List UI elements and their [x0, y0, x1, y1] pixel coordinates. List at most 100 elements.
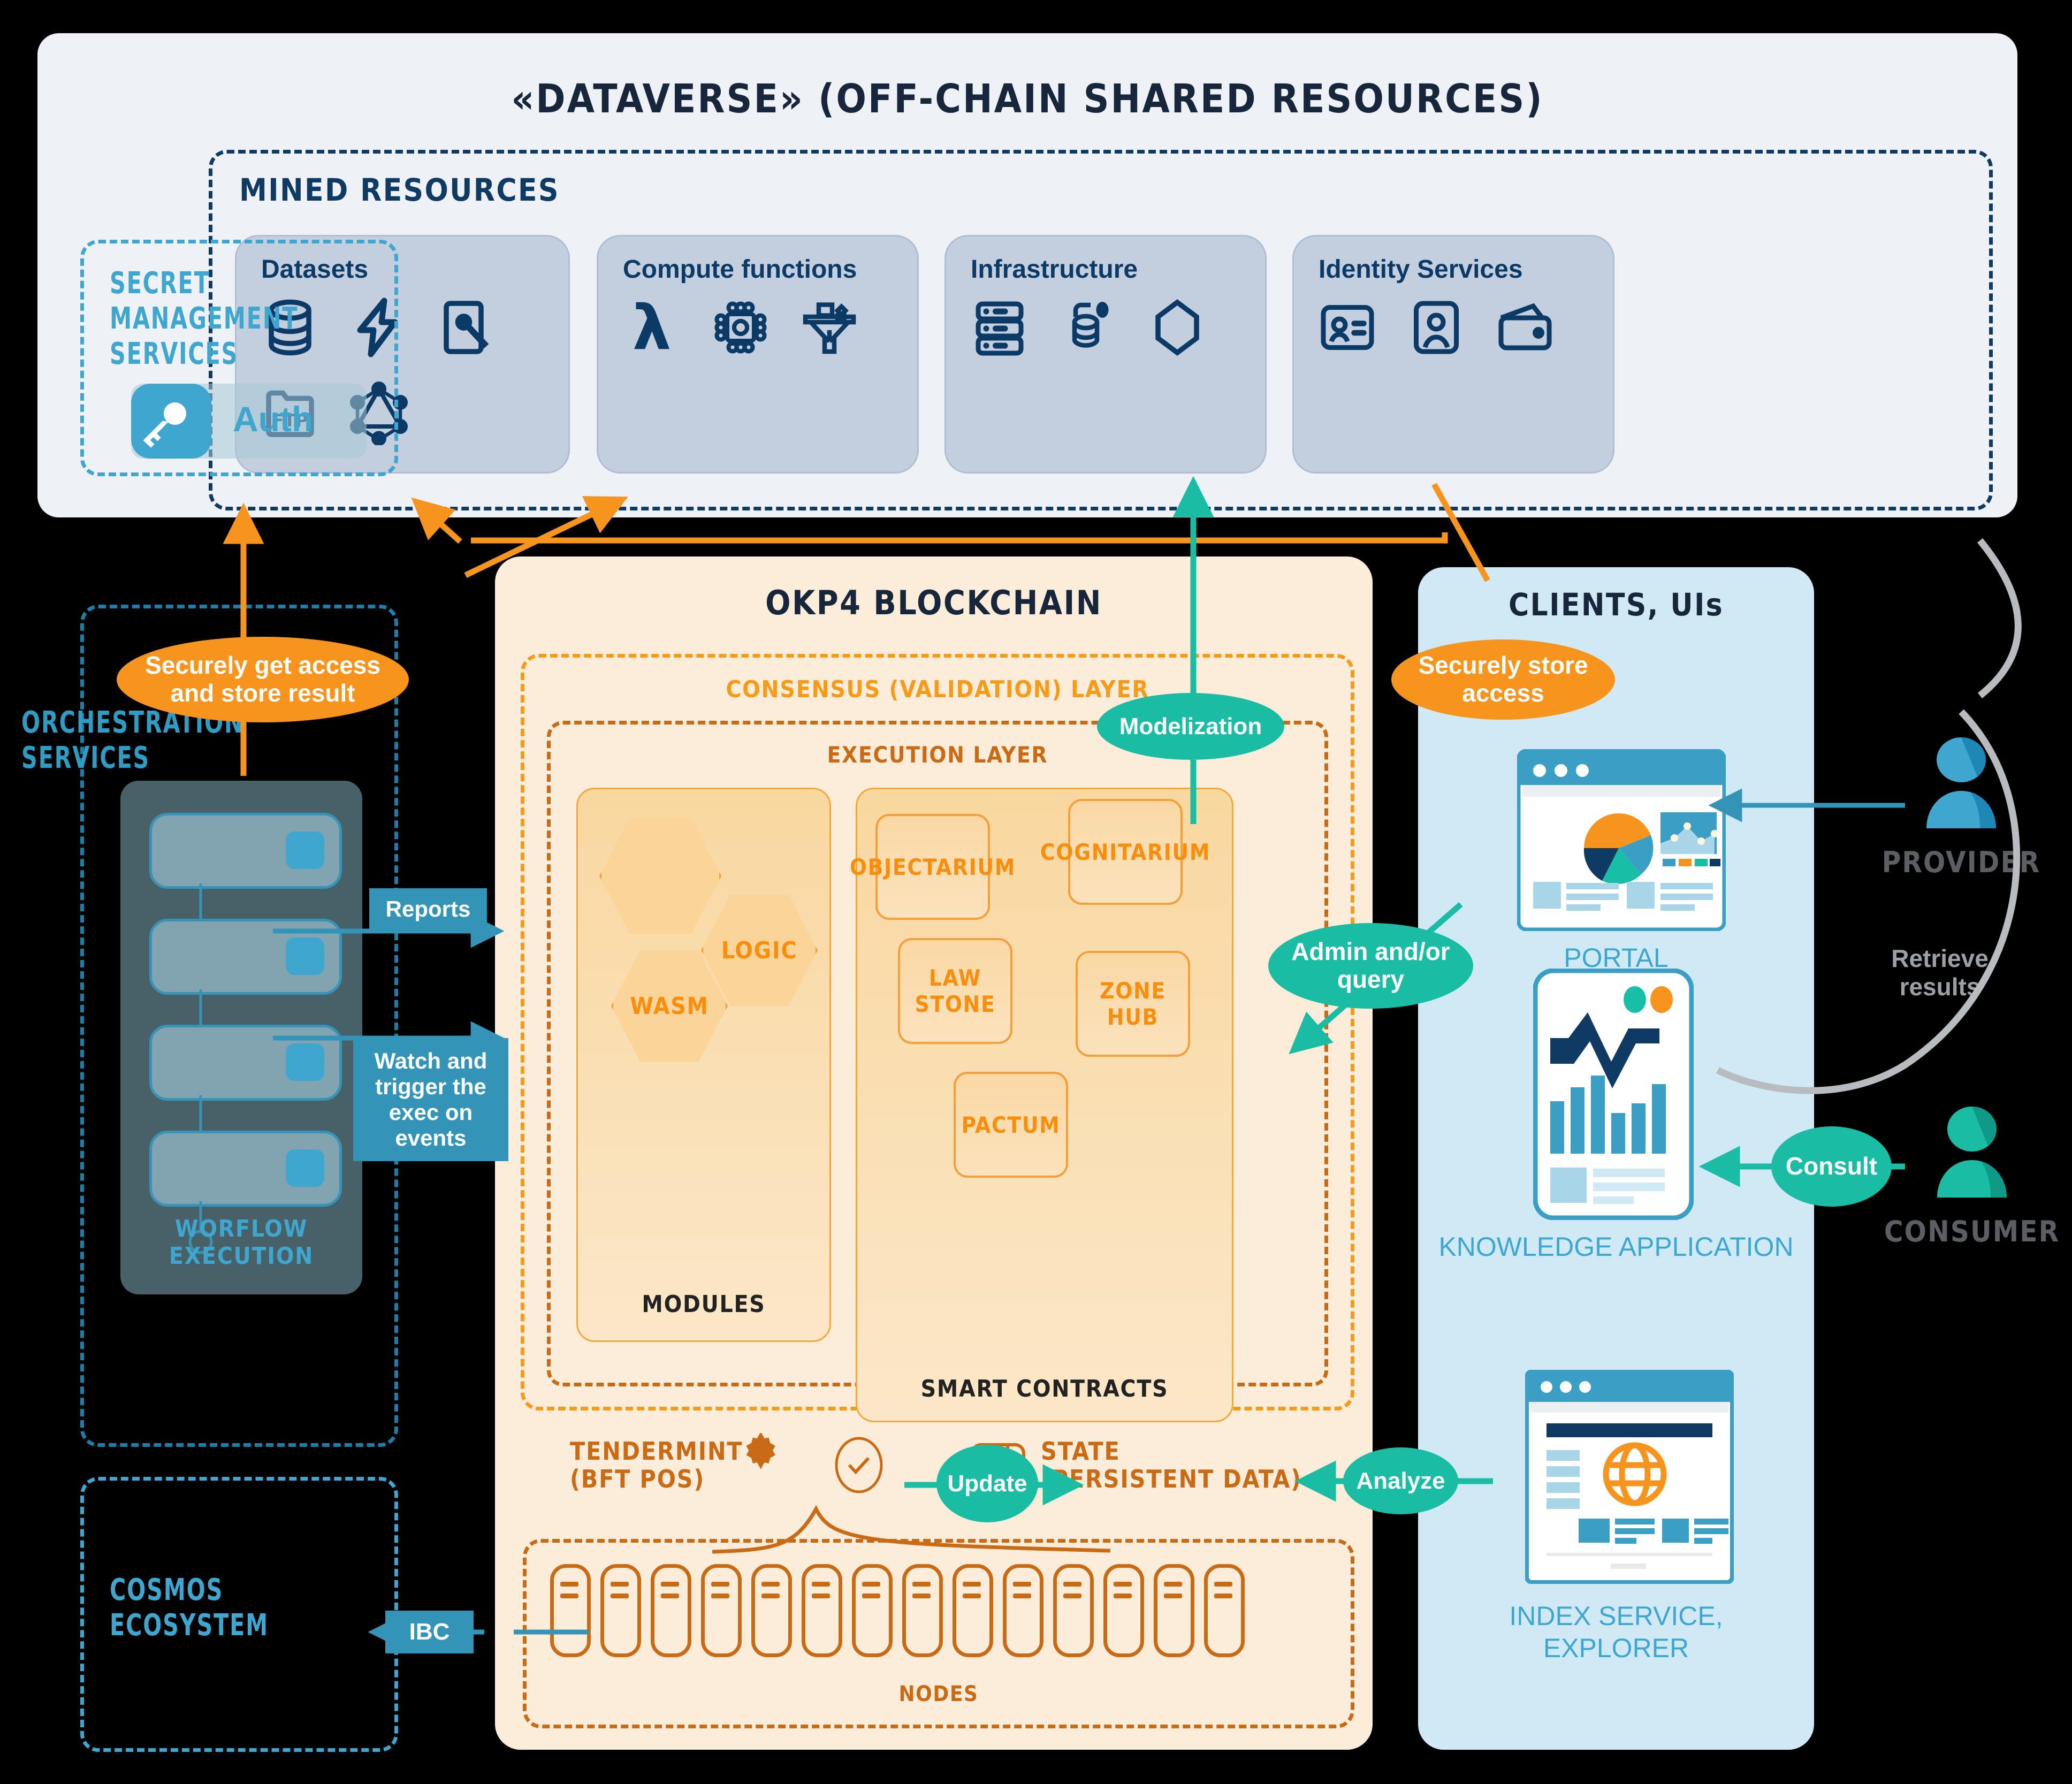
- index-service-window[interactable]: [1525, 1370, 1734, 1584]
- card-compute-functions[interactable]: Compute functions λ: [597, 235, 919, 474]
- node-slot: [812, 1582, 830, 1587]
- contract-law-stone[interactable]: LAW STONE: [898, 938, 1012, 1044]
- contract-zone-hub[interactable]: ZONE HUB: [1076, 951, 1190, 1057]
- gear-icon: [746, 1433, 775, 1469]
- card-compute-icons: λ: [620, 295, 901, 360]
- node-slot: [560, 1594, 578, 1598]
- node-slot: [1114, 1594, 1132, 1598]
- card-infrastructure-icons: [968, 295, 1249, 360]
- cpu-chip-icon: [714, 301, 767, 354]
- reports-badge: Reports: [369, 888, 487, 930]
- cosmos-ecosystem-group: COSMOS ECOSYSTEM: [80, 1477, 398, 1752]
- node-icon: [802, 1564, 842, 1657]
- node-slot: [711, 1594, 729, 1598]
- watch-trigger-badge: Watch and trigger the exec on events: [353, 1038, 508, 1161]
- node-slot: [1164, 1582, 1182, 1587]
- okp4-blockchain-title: OKP4 BLOCKCHAIN: [765, 583, 1102, 622]
- state-label: STATE (PERSISTENT DATA): [1041, 1437, 1302, 1494]
- contract-cognitarium[interactable]: COGNITARIUM: [1040, 799, 1209, 905]
- funnel-icon: [803, 302, 856, 354]
- node-icon: [902, 1564, 943, 1657]
- ibc-badge: IBC: [385, 1611, 474, 1653]
- node-slot: [560, 1582, 578, 1587]
- provider-avatar: [1926, 737, 1996, 828]
- mined-resources-title: MINED RESOURCES: [239, 172, 560, 208]
- admin-query-badge: Admin and/or query: [1268, 923, 1473, 1009]
- modelization-badge: Modelization: [1097, 693, 1284, 760]
- auth-label: Auth: [233, 399, 314, 439]
- module-hex[interactable]: [599, 817, 721, 935]
- card-infrastructure[interactable]: Infrastructure: [944, 235, 1267, 474]
- securely-store-access-badge: Securely store access: [1391, 639, 1615, 720]
- knowledge-application-label: KNOWLEDGE APPLICATION: [1438, 1232, 1794, 1262]
- nodes-box: NODES: [523, 1539, 1354, 1728]
- contract-objectarium[interactable]: OBJECTARIUM: [850, 814, 1015, 920]
- secret-management-title: SECRET MANAGEMENT SERVICES: [110, 266, 299, 372]
- execution-layer-group: EXECUTION LAYER LOGIC WASM MODULES OBJEC…: [547, 721, 1328, 1422]
- auth-service-pill[interactable]: Auth: [131, 384, 367, 459]
- node-slot: [812, 1594, 830, 1598]
- node-slot: [1013, 1582, 1031, 1587]
- modules-label: MODULES: [642, 1291, 766, 1318]
- index-service-label: INDEX SERVICE, EXPLORER: [1509, 1601, 1723, 1663]
- tendermint-label: TENDERMINT (BFT POS): [570, 1437, 743, 1494]
- smart-contracts-box: OBJECTARIUM COGNITARIUM LAW STONE ZONE H…: [850, 788, 1233, 1422]
- workflow-execution-panel: WORFLOW EXECUTION: [120, 781, 362, 1294]
- nodes-brace: [712, 1505, 1111, 1554]
- node-slot: [963, 1594, 981, 1598]
- card-compute-title: Compute functions: [623, 255, 857, 284]
- provider-label: PROVIDER: [1881, 845, 2041, 879]
- architecture-diagram: «DATAVERSE» (OFF-CHAIN SHARED RESOURCES)…: [0, 0, 2072, 1784]
- node-icon: [1053, 1564, 1094, 1657]
- cosmos-ecosystem-label: COSMOS ECOSYSTEM: [110, 1573, 269, 1643]
- node-slot: [862, 1594, 880, 1598]
- nodes-row: [550, 1564, 1245, 1657]
- card-identity-services[interactable]: Identity Services: [1292, 235, 1614, 474]
- nodes-label: NODES: [898, 1682, 979, 1706]
- node-slot: [912, 1582, 931, 1587]
- card-identity-icons: [1315, 295, 1597, 360]
- node-slot: [1214, 1582, 1232, 1587]
- node-slot: [1063, 1582, 1081, 1587]
- node-slot: [661, 1582, 679, 1587]
- node-slot: [761, 1582, 780, 1587]
- node-icon: [550, 1564, 591, 1657]
- lambda-icon: λ: [633, 295, 672, 360]
- modules-box: LOGIC WASM MODULES: [576, 788, 831, 1342]
- node-icon: [600, 1564, 641, 1657]
- node-slot: [1164, 1594, 1182, 1598]
- workflow-execution-label: WORFLOW EXECUTION: [169, 1215, 314, 1270]
- node-slot: [611, 1582, 629, 1587]
- node-slot: [711, 1582, 729, 1587]
- wallet-icon: [1498, 303, 1552, 350]
- card-infrastructure-title: Infrastructure: [971, 255, 1138, 284]
- node-slot: [1063, 1594, 1081, 1598]
- node-icon: [1204, 1564, 1245, 1657]
- secret-management-services-group: SECRET MANAGEMENT SERVICES Auth: [80, 240, 398, 476]
- consensus-layer-group: CONSENSUS (VALIDATION) LAYER EXECUTION L…: [521, 654, 1354, 1422]
- edit-document-icon: [444, 301, 489, 354]
- node-icon: [1003, 1564, 1043, 1657]
- hexagon-icon: [1155, 299, 1199, 356]
- avatar-icon: [1414, 301, 1459, 354]
- dataverse-title: «DATAVERSE» (OFF-CHAIN SHARED RESOURCES): [511, 76, 1544, 122]
- analyze-badge: Analyze: [1343, 1447, 1458, 1514]
- contract-pactum[interactable]: PACTUM: [954, 1072, 1068, 1178]
- update-badge: Update: [936, 1445, 1038, 1522]
- portal-browser-window[interactable]: [1517, 749, 1726, 931]
- smart-contracts-label: SMART CONTRACTS: [920, 1375, 1169, 1402]
- clients-uis-title: CLIENTS, UIs: [1508, 586, 1724, 623]
- node-slot: [661, 1594, 679, 1598]
- knowledge-application-window[interactable]: [1533, 969, 1694, 1220]
- node-slot: [912, 1594, 931, 1598]
- consult-badge: Consult: [1771, 1126, 1892, 1207]
- node-slot: [963, 1582, 981, 1587]
- node-icon: [651, 1564, 691, 1657]
- consumer-avatar: [1937, 1107, 2007, 1198]
- node-icon: [953, 1564, 993, 1657]
- node-slot: [1214, 1594, 1232, 1598]
- key-glyph: [143, 402, 186, 448]
- svg-text:λ: λ: [633, 295, 672, 360]
- node-slot: [611, 1594, 629, 1598]
- clients-uis-panel: CLIENTS, UIs PORTAL KNOWLEDGE APPLICATIO…: [1418, 567, 1814, 1750]
